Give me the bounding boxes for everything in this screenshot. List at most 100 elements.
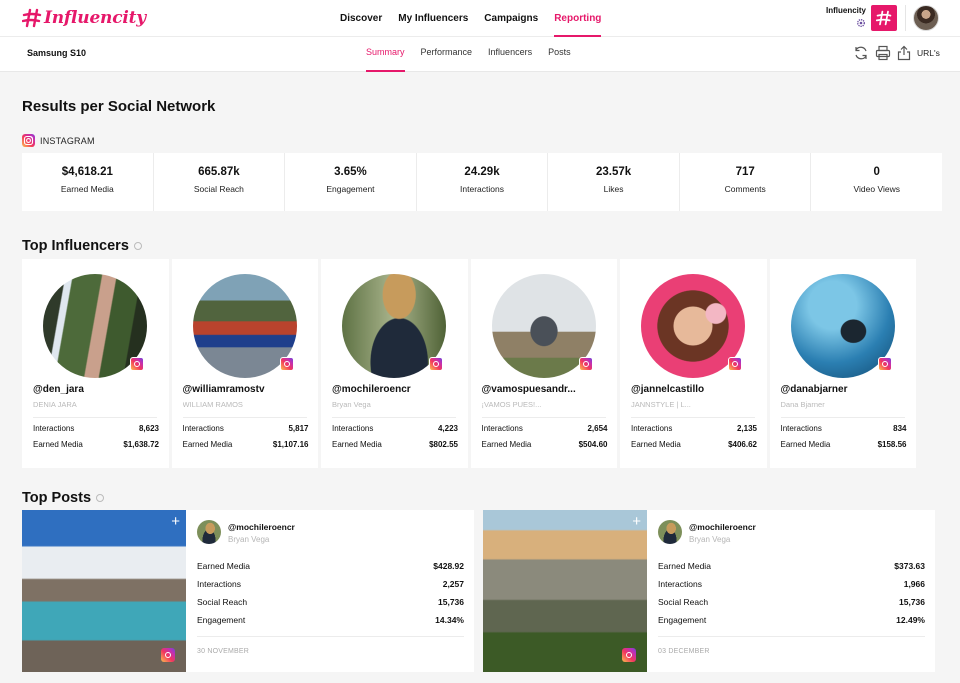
row-label: Earned Media <box>658 561 711 571</box>
add-icon[interactable]: + <box>171 514 180 529</box>
influencer-name: WILLIAM RAMOS <box>183 400 313 409</box>
post-handle: @mochileroencr <box>228 522 295 532</box>
hash-logo-icon <box>22 8 42 28</box>
metric-engagement: 3.65%Engagement <box>285 153 417 211</box>
tab-summary[interactable]: Summary <box>366 37 405 72</box>
row-value: $802.55 <box>429 440 458 449</box>
earned-media-row: Earned Media$1,638.72 <box>33 440 159 449</box>
instagram-badge-icon <box>161 648 175 662</box>
influencer-name: Bryan Vega <box>332 400 462 409</box>
post-card[interactable]: + @mochileroencr Bryan Vega Earned Media… <box>483 510 935 672</box>
row-label: Interactions <box>197 579 241 589</box>
instagram-badge-icon <box>280 357 294 371</box>
divider <box>631 417 755 418</box>
row-label: Social Reach <box>197 597 247 607</box>
metric-comments: 717Comments <box>680 153 812 211</box>
metric-value: 23.57k <box>548 166 679 178</box>
earned-media-row: Earned Media$406.62 <box>631 440 757 449</box>
row-label: Earned Media <box>631 440 681 449</box>
share-icon[interactable] <box>897 45 911 61</box>
row-value: 5,817 <box>288 424 308 433</box>
nav-discover[interactable]: Discover <box>340 0 382 37</box>
brand-name: Influencity <box>820 6 866 15</box>
interactions-row: Interactions5,817 <box>183 424 309 433</box>
influencer-name: Dana Bjarner <box>781 400 911 409</box>
instagram-icon <box>22 134 35 147</box>
earned-media-row: Earned Media$373.63 <box>658 561 925 571</box>
influencity-logo[interactable]: Influencity <box>22 6 146 30</box>
metric-interactions: 24.29k Interactions <box>417 153 549 211</box>
brand-switcher[interactable]: Influencity <box>820 6 866 28</box>
row-value: 12.49% <box>896 615 925 625</box>
divider <box>781 417 905 418</box>
post-author-name: Bryan Vega <box>228 535 269 544</box>
earned-media-row: Earned Media$802.55 <box>332 440 458 449</box>
metric-label: Earned Media <box>22 184 153 194</box>
post-date: 30 NOVEMBER <box>197 648 249 655</box>
info-icon[interactable] <box>134 242 142 250</box>
metric-likes: 23.57kLikes <box>548 153 680 211</box>
logo-text: Influencity <box>44 8 146 28</box>
user-avatar[interactable] <box>913 5 939 31</box>
metric-value: 665.87k <box>154 166 285 178</box>
post-image[interactable]: + <box>483 510 647 672</box>
urls-button[interactable]: URL's <box>917 48 940 58</box>
influencer-card[interactable]: @den_jara DENIA JARA Interactions8,623 E… <box>22 259 169 468</box>
divider <box>905 5 906 31</box>
social-reach-row: Social Reach15,736 <box>658 597 925 607</box>
influencer-card[interactable]: @jannelcastillo JANNSTYLE | L... Interac… <box>620 259 767 468</box>
print-icon[interactable] <box>875 45 891 61</box>
instagram-badge-icon <box>429 357 443 371</box>
engagement-row: Engagement12.49% <box>658 615 925 625</box>
post-image[interactable]: + <box>22 510 186 672</box>
earned-media-row: Earned Media$1,107.16 <box>183 440 309 449</box>
metric-value: 24.29k <box>417 166 548 178</box>
influencer-card[interactable]: @danabjarner Dana Bjarner Interactions83… <box>770 259 917 468</box>
results-title: Results per Social Network <box>22 98 215 115</box>
influencer-card[interactable]: @mochileroencr Bryan Vega Interactions4,… <box>321 259 468 468</box>
interactions-row: Interactions1,966 <box>658 579 925 589</box>
interactions-row: Interactions 2,257 <box>197 579 464 589</box>
top-posts-heading: Top Posts <box>22 490 104 506</box>
add-icon[interactable]: + <box>632 514 641 529</box>
tab-performance[interactable]: Performance <box>421 37 473 72</box>
row-value: 8,623 <box>139 424 159 433</box>
row-value: 2,654 <box>587 424 607 433</box>
influencer-handle: @williamramostv <box>183 384 313 395</box>
row-value: $1,638.72 <box>123 440 159 449</box>
row-label: Interactions <box>781 424 822 433</box>
metric-label: Comments <box>680 184 811 194</box>
main-nav: Discover My Influencers Campaigns Report… <box>332 0 609 37</box>
interactions-row: Interactions8,623 <box>33 424 159 433</box>
brand-logo[interactable] <box>871 5 897 31</box>
nav-campaigns[interactable]: Campaigns <box>484 0 538 37</box>
tab-posts[interactable]: Posts <box>548 37 571 72</box>
instagram-badge-icon <box>130 357 144 371</box>
earned-media-row: Earned Media$158.56 <box>781 440 907 449</box>
row-value: 2,257 <box>443 579 464 589</box>
nav-my-influencers[interactable]: My Influencers <box>398 0 468 37</box>
post-handle: @mochileroencr <box>689 522 756 532</box>
divider <box>482 417 606 418</box>
refresh-icon[interactable] <box>853 45 869 61</box>
metric-label: Interactions <box>417 184 548 194</box>
post-avatar <box>658 520 682 544</box>
info-icon[interactable] <box>96 494 104 502</box>
post-card[interactable]: + @mochileroencr Bryan Vega Earned Media… <box>22 510 474 672</box>
row-value: 2,135 <box>737 424 757 433</box>
tab-influencers[interactable]: Influencers <box>488 37 532 72</box>
nav-reporting[interactable]: Reporting <box>554 0 601 37</box>
divider <box>183 417 307 418</box>
influencer-name: DENIA JARA <box>33 400 163 409</box>
instagram-badge-icon <box>622 648 636 662</box>
row-label: Social Reach <box>658 597 708 607</box>
influencer-handle: @vamospuesandr... <box>482 384 612 395</box>
interactions-row: Interactions4,223 <box>332 424 458 433</box>
influencer-card[interactable]: @vamospuesandr... ¡VAMOS PUES!... Intera… <box>471 259 618 468</box>
influencer-name: ¡VAMOS PUES!... <box>482 400 612 409</box>
row-value: $504.60 <box>579 440 608 449</box>
row-value: $1,107.16 <box>273 440 309 449</box>
gear-icon[interactable] <box>856 18 866 28</box>
post-date: 03 DECEMBER <box>658 648 710 655</box>
influencer-card[interactable]: @williamramostv WILLIAM RAMOS Interactio… <box>172 259 319 468</box>
